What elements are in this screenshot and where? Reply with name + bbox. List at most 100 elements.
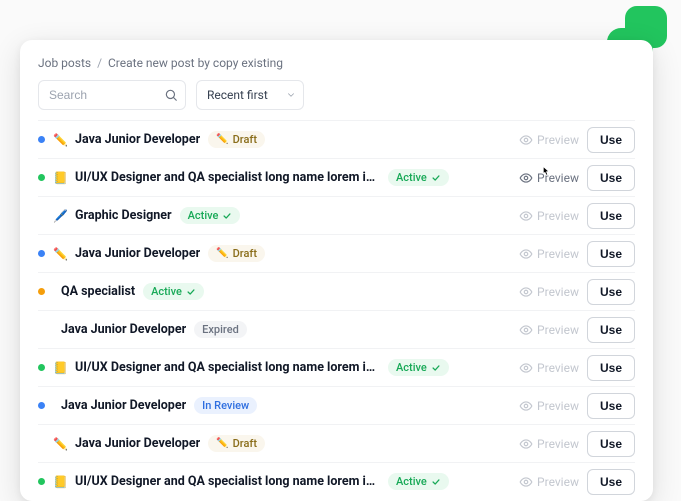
- search-field[interactable]: [38, 80, 186, 110]
- job-emoji-icon: ✏️: [53, 247, 67, 261]
- badge-label: Draft: [233, 247, 257, 260]
- use-button[interactable]: Use: [587, 355, 635, 381]
- status-badge: Active: [143, 283, 204, 300]
- preview-label: Preview: [537, 323, 579, 337]
- preview-button[interactable]: Preview: [519, 171, 579, 185]
- job-emoji-icon: ✏️: [53, 437, 67, 451]
- badge-label: In Review: [202, 399, 249, 412]
- job-row: QA specialist Active Preview Use: [38, 272, 635, 310]
- badge-label: Active: [396, 361, 427, 374]
- preview-button[interactable]: Preview: [519, 133, 579, 147]
- use-button[interactable]: Use: [587, 317, 635, 343]
- preview-button[interactable]: Preview: [519, 285, 579, 299]
- status-badge: Active: [180, 207, 241, 224]
- status-badge: ✏️ Draft: [208, 131, 265, 148]
- job-row: ✏️ Java Junior Developer ✏️Draft Preview Use: [38, 234, 635, 272]
- job-row: Java Junior Developer In Review Preview Use: [38, 386, 635, 424]
- status-dot: [38, 288, 45, 295]
- preview-button[interactable]: Preview: [519, 247, 579, 261]
- job-title[interactable]: Java Junior Developer: [75, 132, 200, 147]
- preview-label: Preview: [537, 399, 579, 413]
- preview-label: Preview: [537, 171, 579, 185]
- preview-button[interactable]: Preview: [519, 323, 579, 337]
- preview-label: Preview: [537, 133, 579, 147]
- status-dot: [38, 402, 45, 409]
- controls-bar: Recent first: [38, 80, 635, 110]
- job-emoji-icon: 📒: [53, 171, 67, 185]
- job-row: 📒 UI/UX Designer and QA specialist long n…: [38, 348, 635, 386]
- job-row: Java Junior Developer Expired Preview Use: [38, 310, 635, 348]
- job-title[interactable]: Java Junior Developer: [75, 246, 200, 261]
- status-badge: ✏️Draft: [208, 245, 265, 262]
- preview-button[interactable]: Preview: [519, 437, 579, 451]
- status-dot: [38, 250, 45, 257]
- status-dot: [38, 440, 45, 447]
- status-dot: [38, 364, 45, 371]
- job-list: ✏️ Java Junior Developer ✏️ Draft Preview Use…: [38, 120, 635, 500]
- use-button[interactable]: Use: [587, 469, 635, 495]
- job-emoji-icon: 📒: [53, 475, 67, 489]
- status-badge: Active: [388, 359, 449, 376]
- badge-label: Active: [396, 171, 427, 184]
- job-row: ✏️ Java Junior Developer ✏️ Draft Preview Use: [38, 120, 635, 158]
- job-title[interactable]: Graphic Designer: [75, 208, 172, 223]
- job-title[interactable]: Java Junior Developer: [61, 322, 186, 337]
- status-badge: Active: [388, 473, 449, 490]
- breadcrumb-root[interactable]: Job posts: [38, 56, 91, 70]
- use-button[interactable]: Use: [587, 279, 635, 305]
- search-icon: [164, 88, 178, 102]
- job-title[interactable]: QA specialist: [61, 284, 135, 299]
- breadcrumb: Job posts / Create new post by copy exis…: [38, 56, 635, 70]
- status-dot: [38, 326, 45, 333]
- badge-label: Draft: [233, 133, 257, 146]
- pencil-icon: ✏️: [216, 438, 228, 449]
- job-row: ✏️ Java Junior Developer ✏️ Draft Preview Use: [38, 424, 635, 462]
- badge-label: Active: [188, 209, 219, 222]
- job-emoji-icon: 📒: [53, 361, 67, 375]
- job-emoji-icon: ✏️: [53, 133, 67, 147]
- preview-button[interactable]: Preview: [519, 209, 579, 223]
- pencil-icon: ✏️: [216, 134, 228, 145]
- status-badge: In Review: [194, 397, 257, 414]
- preview-label: Preview: [537, 475, 579, 489]
- badge-label: Active: [151, 285, 182, 298]
- status-dot: [38, 212, 45, 219]
- sort-select[interactable]: Recent first: [196, 80, 304, 110]
- preview-button[interactable]: Preview: [519, 475, 579, 489]
- preview-label: Preview: [537, 437, 579, 451]
- job-emoji-icon: 🖊️: [53, 209, 67, 223]
- job-row: 📒 UI/UX Designer and QA specialist long n…: [38, 158, 635, 196]
- chevron-down-icon: [286, 90, 296, 100]
- use-button[interactable]: Use: [587, 241, 635, 267]
- badge-label: Draft: [233, 437, 257, 450]
- job-title[interactable]: UI/UX Designer and QA specialist long na…: [75, 360, 380, 375]
- breadcrumb-current: Create new post by copy existing: [108, 56, 283, 70]
- preview-label: Preview: [537, 209, 579, 223]
- job-title[interactable]: Java Junior Developer: [61, 398, 186, 413]
- badge-label: Active: [396, 475, 427, 488]
- preview-label: Preview: [537, 361, 579, 375]
- job-title[interactable]: UI/UX Designer and QA specialist long na…: [75, 170, 380, 185]
- status-badge: Expired: [194, 321, 247, 338]
- job-title[interactable]: UI/UX Designer and QA specialist long na…: [75, 474, 380, 489]
- preview-label: Preview: [537, 247, 579, 261]
- status-dot: [38, 174, 45, 181]
- job-posts-panel: Job posts / Create new post by copy exis…: [20, 40, 653, 501]
- badge-label: Expired: [202, 323, 239, 336]
- preview-label: Preview: [537, 285, 579, 299]
- preview-button[interactable]: Preview: [519, 361, 579, 375]
- use-button[interactable]: Use: [587, 165, 635, 191]
- status-badge: Active: [388, 169, 449, 186]
- job-row: 📒 UI/UX Designer and QA specialist long n…: [38, 462, 635, 500]
- use-button[interactable]: Use: [587, 431, 635, 457]
- status-dot: [38, 478, 45, 485]
- use-button[interactable]: Use: [587, 393, 635, 419]
- preview-button[interactable]: Preview: [519, 399, 579, 413]
- job-title[interactable]: Java Junior Developer: [75, 436, 200, 451]
- breadcrumb-separator: /: [97, 56, 102, 70]
- job-row: 🖊️ Graphic Designer Active Preview Use: [38, 196, 635, 234]
- status-badge: ✏️ Draft: [208, 435, 265, 452]
- status-dot: [38, 136, 45, 143]
- use-button[interactable]: Use: [587, 127, 635, 153]
- use-button[interactable]: Use: [587, 203, 635, 229]
